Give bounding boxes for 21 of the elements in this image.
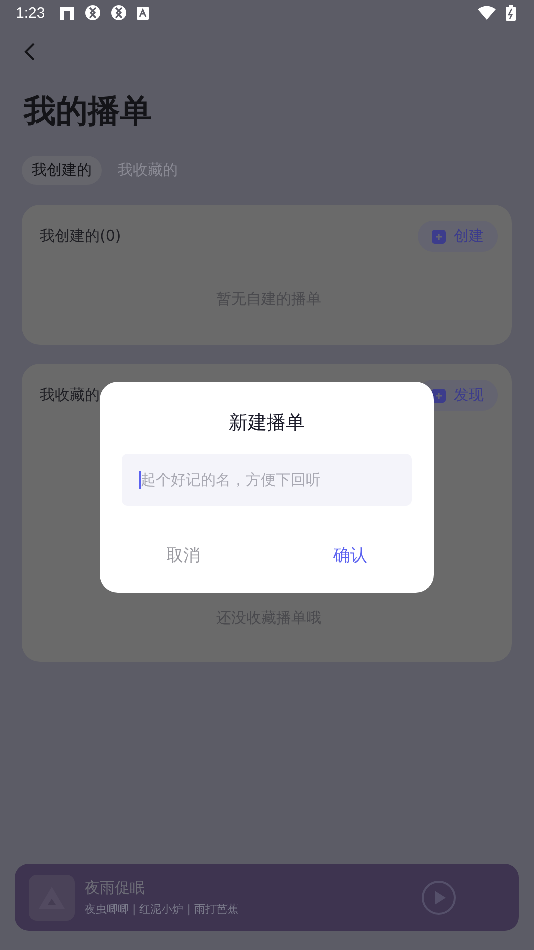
confirm-button[interactable]: 确认: [267, 536, 434, 575]
section-heading: 我创建的(0): [40, 227, 122, 246]
plus-icon: [432, 230, 446, 244]
mini-player[interactable]: 夜雨促眠 夜虫唧唧 | 红泥小炉 | 雨打芭蕉: [15, 864, 519, 931]
notification-icon: [59, 5, 76, 21]
plus-icon: [432, 388, 446, 402]
play-icon[interactable]: [421, 880, 457, 916]
track-title: 夜雨促眠: [85, 878, 146, 898]
aperture-icon: [85, 5, 102, 21]
keyboard-icon: [137, 6, 150, 20]
dialog-title: 新建播单: [229, 411, 305, 436]
cancel-button[interactable]: 取消: [100, 536, 267, 575]
tab[interactable]: 我创建的: [22, 156, 102, 185]
track-subtitle: 夜虫唧唧 | 红泥小炉 | 雨打芭蕉: [85, 902, 238, 916]
section-heading: 我收藏的: [40, 386, 100, 405]
status-time: 1:23: [16, 4, 46, 22]
name-input-field[interactable]: 起个好记的名，方便下回听: [122, 454, 412, 506]
wifi-icon: [478, 6, 496, 20]
page-title: 我的播单: [24, 91, 153, 132]
aperture-icon: [111, 5, 128, 21]
battery-icon: [506, 5, 516, 21]
